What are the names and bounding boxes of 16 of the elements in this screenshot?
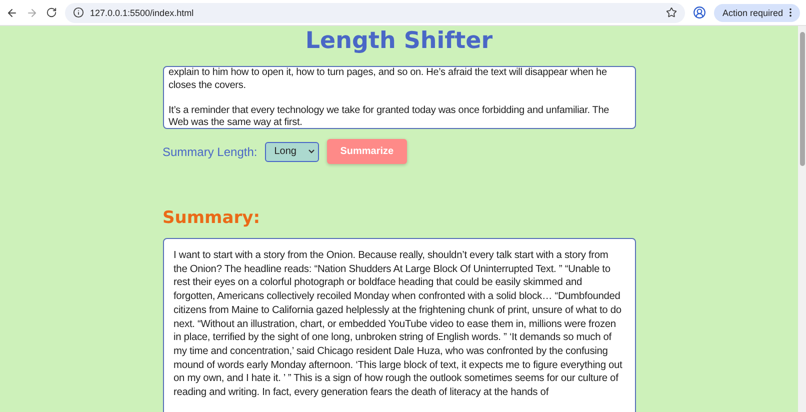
back-icon[interactable] (6, 6, 18, 18)
summary-heading: Summary: (162, 208, 262, 228)
caret-icon (308, 149, 316, 154)
profile-icon[interactable] (693, 6, 706, 19)
scrollbar[interactable] (798, 26, 806, 412)
length-select[interactable]: Long (265, 142, 320, 162)
page-title: Length Shifter (305, 27, 493, 56)
text-input-field[interactable]: explain to him how to open it, how to turn pages, and so on. He’s afraid the text will disappear when he closes the covers. It’s a reminder that every technology we take for granted today was once forbidding and unfamiliar. The Web was the same way at first. (162, 66, 636, 129)
url-text: 127.0.0.1:5500/index.html (90, 8, 195, 18)
star-icon[interactable] (666, 7, 678, 18)
info-icon[interactable] (73, 7, 84, 18)
reload-icon[interactable] (46, 7, 57, 18)
address-bar[interactable]: 127.0.0.1:5500/index.html (65, 2, 686, 22)
summary-text: I want to start with a story from the Onion. Because really, shouldn’t every talk start with a story from the Onion? The headline reads: “Nation Shudders At Large Block Of Uninterrupted Text. ” “Unable to rest their eyes on a colorful photograph or boldface heading that could be easily skimmed and forgotten, Americans collectively recoiled Monday when confronted with a solid block… “Dumbfounded citizens from Maine to California gazed helplessly at the frightening chunk of print, unsure of what to do next. “Without an illustration, chart, or embedded YouTube video to ease them in, millions were frozen in place, terrified by the sight of one long, unbroken string of English words. ” ‘It demands so much of my time and concentration,’ said Chicago resident Dale Huza, who was confronted by the confusing mound of words early Monday afternoon. ‘This large block of text, it expects me to figure everything out on my own, and I hate it. ’ ” This is a sign of how rough the outlook sometimes seems for our culture of reading and writing. In fact, every generation fears the death of literacy at the hands of (162, 238, 636, 412)
action-required-button[interactable]: Action required (714, 4, 800, 22)
summary-length-label: Summary Length: (162, 144, 258, 158)
